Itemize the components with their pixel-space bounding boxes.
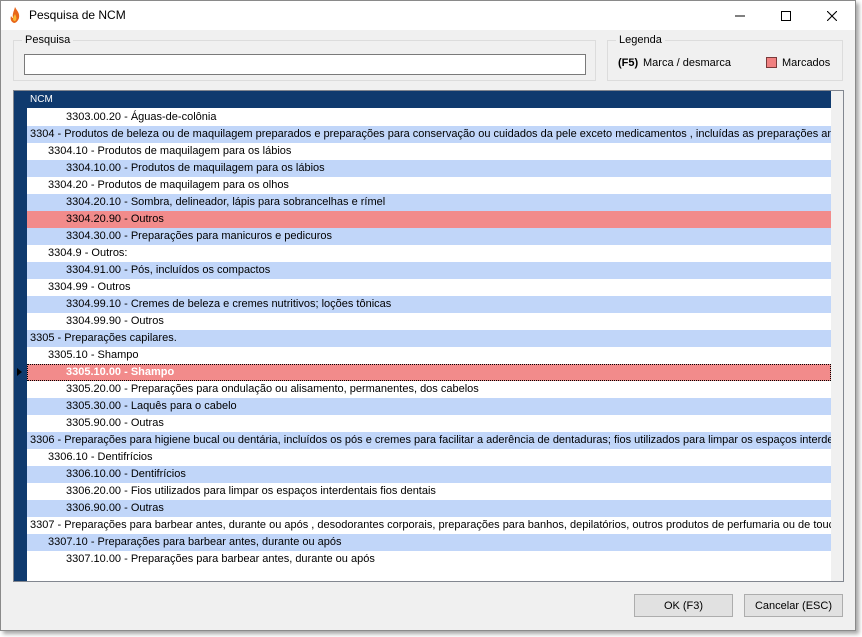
legend-marked-label: Marcados: [782, 57, 831, 69]
table-row[interactable]: 3307 - Preparações para barbear antes, d…: [27, 517, 831, 534]
table-row[interactable]: 3304.99 - Outros: [27, 279, 831, 296]
grid-empty-area: [831, 91, 843, 581]
table-row[interactable]: 3306.20.00 - Fios utilizados para limpar…: [27, 483, 831, 500]
ncm-search-window: Pesquisa de NCM Pesquisa Legenda (F5) Ma…: [0, 0, 856, 631]
legend-group-label: Legenda: [616, 34, 665, 46]
table-row[interactable]: 3304.99.90 - Outros: [27, 313, 831, 330]
cancel-button[interactable]: Cancelar (ESC): [744, 594, 843, 617]
legend-group: Legenda (F5) Marca / desmarca Marcados: [607, 34, 843, 81]
close-button[interactable]: [809, 1, 855, 30]
table-row[interactable]: 3307.10.00 - Preparações para barbear an…: [27, 551, 831, 568]
title-bar[interactable]: Pesquisa de NCM: [1, 1, 855, 30]
search-group: Pesquisa: [13, 34, 596, 81]
current-row-pointer-icon: [17, 368, 22, 376]
ok-button[interactable]: OK (F3): [634, 594, 733, 617]
table-row[interactable]: 3305.20.00 - Preparações para ondulação …: [27, 381, 831, 398]
table-row[interactable]: 3304.99.10 - Cremes de beleza e cremes n…: [27, 296, 831, 313]
table-row[interactable]: 3303.00.20 - Águas-de-colônia: [27, 109, 831, 126]
table-row[interactable]: 3305.10 - Shampo: [27, 347, 831, 364]
table-row[interactable]: 3305 - Preparações capilares.: [27, 330, 831, 347]
minimize-icon: [735, 15, 745, 16]
table-row[interactable]: 3306 - Preparações para higiene bucal ou…: [27, 432, 831, 449]
maximize-button[interactable]: [763, 1, 809, 30]
table-row[interactable]: 3305.10.00 - Shampo: [27, 364, 831, 381]
row-indicator-column: [14, 91, 27, 581]
search-input[interactable]: [24, 54, 586, 75]
table-row[interactable]: 3306.10.00 - Dentifrícios: [27, 466, 831, 483]
table-row[interactable]: 3304 - Produtos de beleza ou de maquilag…: [27, 126, 831, 143]
legend-hotkey: (F5): [618, 57, 639, 69]
column-header-ncm[interactable]: NCM: [27, 91, 831, 108]
window-title: Pesquisa de NCM: [29, 8, 126, 22]
ncm-grid[interactable]: NCM 3303.00.20 - Águas-de-colônia 3304 - …: [13, 90, 844, 582]
table-row[interactable]: 3304.20 - Produtos de maquilagem para os…: [27, 177, 831, 194]
table-row[interactable]: 3304.20.90 - Outros: [27, 211, 831, 228]
table-row[interactable]: 3304.10.00 - Produtos de maquilagem para…: [27, 160, 831, 177]
close-icon: [827, 10, 837, 21]
legend-description: Marca / desmarca: [643, 57, 732, 69]
table-row[interactable]: 3305.30.00 - Laquês para o cabelo: [27, 398, 831, 415]
table-row[interactable]: 3306.90.00 - Outras: [27, 500, 831, 517]
table-row[interactable]: 3304.10 - Produtos de maquilagem para os…: [27, 143, 831, 160]
table-row[interactable]: 3306.10 - Dentifrícios: [27, 449, 831, 466]
marked-color-swatch: [766, 57, 777, 68]
fire-icon: [10, 7, 20, 23]
table-row[interactable]: 3307.10 - Preparações para barbear antes…: [27, 534, 831, 551]
table-row[interactable]: 3305.90.00 - Outras: [27, 415, 831, 432]
table-row[interactable]: 3304.9 - Outros:: [27, 245, 831, 262]
grid-body: 3303.00.20 - Águas-de-colônia 3304 - Prod…: [27, 109, 831, 581]
minimize-button[interactable]: [717, 1, 763, 30]
maximize-icon: [781, 10, 791, 21]
table-row[interactable]: 3304.30.00 - Preparações para manicuros …: [27, 228, 831, 245]
search-group-label: Pesquisa: [22, 34, 74, 46]
table-row[interactable]: 3304.20.10 - Sombra, delineador, lápis p…: [27, 194, 831, 211]
table-row[interactable]: 3304.91.00 - Pós, incluídos os compactos: [27, 262, 831, 279]
